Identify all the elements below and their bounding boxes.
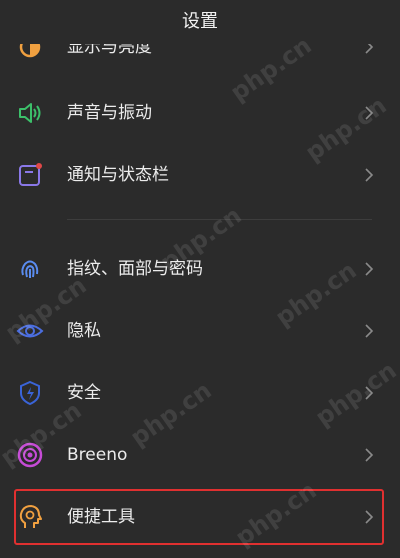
eye-icon bbox=[16, 317, 44, 345]
settings-screen: 显示与亮度 声音与振动 通知与状态栏 指纹、面部与密码 隐私 安全 Breeno… bbox=[0, 0, 400, 558]
settings-item-label: 指纹、面部与密码 bbox=[67, 259, 203, 279]
shield-bolt-icon bbox=[16, 379, 44, 407]
chevron-right-icon bbox=[364, 105, 374, 121]
settings-item-label: Breeno bbox=[67, 445, 128, 465]
settings-list: 显示与亮度 声音与振动 通知与状态栏 指纹、面部与密码 隐私 安全 Breeno… bbox=[0, 0, 400, 558]
settings-item-sound[interactable]: 声音与振动 bbox=[0, 82, 400, 144]
settings-item-label: 隐私 bbox=[67, 321, 101, 341]
settings-item-label: 通知与状态栏 bbox=[67, 165, 169, 185]
section-divider bbox=[67, 219, 372, 220]
highlight-frame bbox=[14, 489, 384, 545]
settings-item-privacy[interactable]: 隐私 bbox=[0, 300, 400, 362]
chevron-right-icon bbox=[364, 323, 374, 339]
speaker-icon bbox=[16, 99, 44, 127]
chevron-right-icon bbox=[364, 447, 374, 463]
settings-item-label: 安全 bbox=[67, 383, 101, 403]
chevron-right-icon bbox=[364, 261, 374, 277]
breeno-icon bbox=[16, 441, 44, 469]
settings-item-security[interactable]: 安全 bbox=[0, 362, 400, 424]
chevron-right-icon bbox=[364, 167, 374, 183]
page-title: 设置 bbox=[0, 0, 400, 44]
settings-item-label: 声音与振动 bbox=[67, 103, 152, 123]
settings-item-notification[interactable]: 通知与状态栏 bbox=[0, 144, 400, 206]
settings-item-biometrics[interactable]: 指纹、面部与密码 bbox=[0, 238, 400, 300]
chevron-right-icon bbox=[364, 385, 374, 401]
fingerprint-icon bbox=[16, 255, 44, 283]
settings-item-breeno[interactable]: Breeno bbox=[0, 424, 400, 486]
notification-icon bbox=[16, 161, 44, 189]
